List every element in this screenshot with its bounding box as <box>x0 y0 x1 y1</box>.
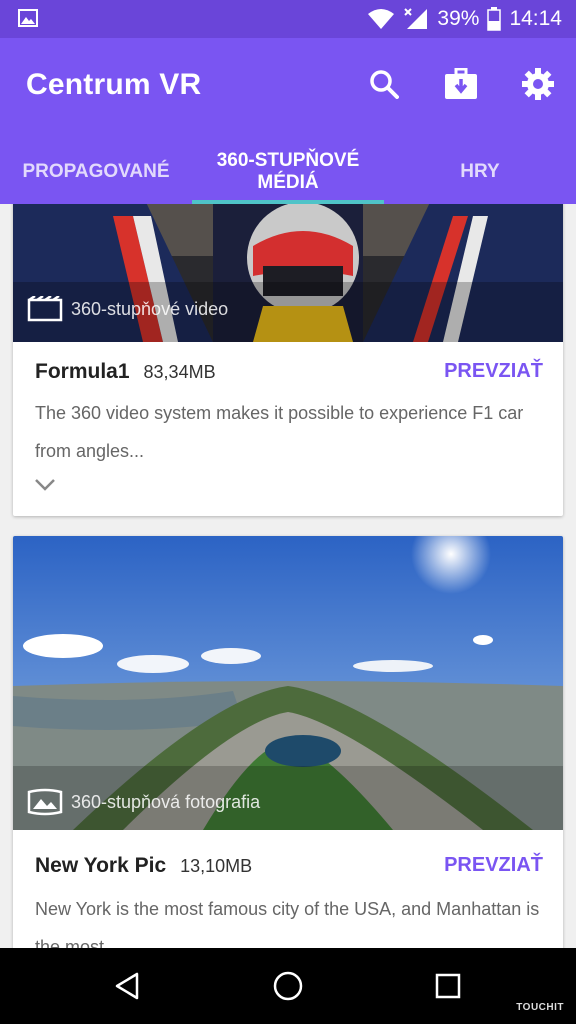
battery-icon <box>487 7 502 31</box>
search-icon <box>370 70 399 99</box>
card-file-size: 83,34MB <box>143 362 216 382</box>
photo-360-icon <box>27 788 63 816</box>
app-bar: Centrum VR PROPAGOVANÉ 360-STUPŇOVÉ MÉDI… <box>0 38 576 204</box>
recents-button[interactable] <box>428 968 468 1004</box>
briefcase-download-icon <box>445 68 477 99</box>
media-card-new-york[interactable]: 360-stupňová fotografia New York Pic 13,1… <box>13 536 563 948</box>
settings-button[interactable] <box>518 64 558 104</box>
tab-360-media[interactable]: 360-STUPŇOVÉ MÉDIÁ <box>192 140 384 204</box>
media-list[interactable]: 360-stupňové video Formula1 83,34MB PREVZ… <box>0 204 576 948</box>
back-triangle-icon <box>115 972 139 1000</box>
card-description: The 360 video system makes it possible t… <box>35 403 524 461</box>
watermark: TOUCHIT <box>516 1002 564 1013</box>
media-type-label: 360-stupňové video <box>27 296 228 322</box>
card-file-size: 13,10MB <box>180 856 253 876</box>
download-button[interactable]: PREVZIAŤ <box>444 360 543 383</box>
home-circle-icon <box>273 971 303 1001</box>
gear-icon <box>522 68 554 100</box>
card-title: Formula1 83,34MB <box>35 360 216 383</box>
download-button[interactable]: PREVZIAŤ <box>444 854 543 877</box>
card-description: New York is the most famous city of the … <box>35 899 540 948</box>
cell-signal-icon <box>404 8 428 29</box>
chevron-down-icon[interactable] <box>33 476 57 494</box>
downloads-button[interactable] <box>441 64 481 104</box>
status-right: 39% 14:14 <box>367 0 562 38</box>
search-button[interactable] <box>364 64 404 104</box>
clock: 14:14 <box>509 7 562 30</box>
app-title: Centrum VR <box>26 68 202 101</box>
card-title: New York Pic 13,10MB <box>35 854 253 877</box>
status-bar: 39% 14:14 <box>0 0 576 38</box>
navigation-bar: TOUCHIT <box>0 948 576 1024</box>
back-button[interactable] <box>108 968 148 1004</box>
recents-square-icon <box>435 973 461 999</box>
tab-games[interactable]: HRY <box>384 140 576 204</box>
video-360-icon <box>27 296 63 322</box>
wifi-icon <box>368 9 395 29</box>
image-notification-icon <box>18 9 38 27</box>
new-york-thumbnail[interactable] <box>13 536 563 830</box>
battery-percent: 39% <box>437 7 480 30</box>
tab-promoted[interactable]: PROPAGOVANÉ <box>0 140 192 204</box>
tab-bar: PROPAGOVANÉ 360-STUPŇOVÉ MÉDIÁ HRY <box>0 140 576 204</box>
home-button[interactable] <box>268 968 308 1004</box>
media-card-formula1[interactable]: 360-stupňové video Formula1 83,34MB PREVZ… <box>13 204 563 516</box>
media-type-label: 360-stupňová fotografia <box>27 788 260 816</box>
